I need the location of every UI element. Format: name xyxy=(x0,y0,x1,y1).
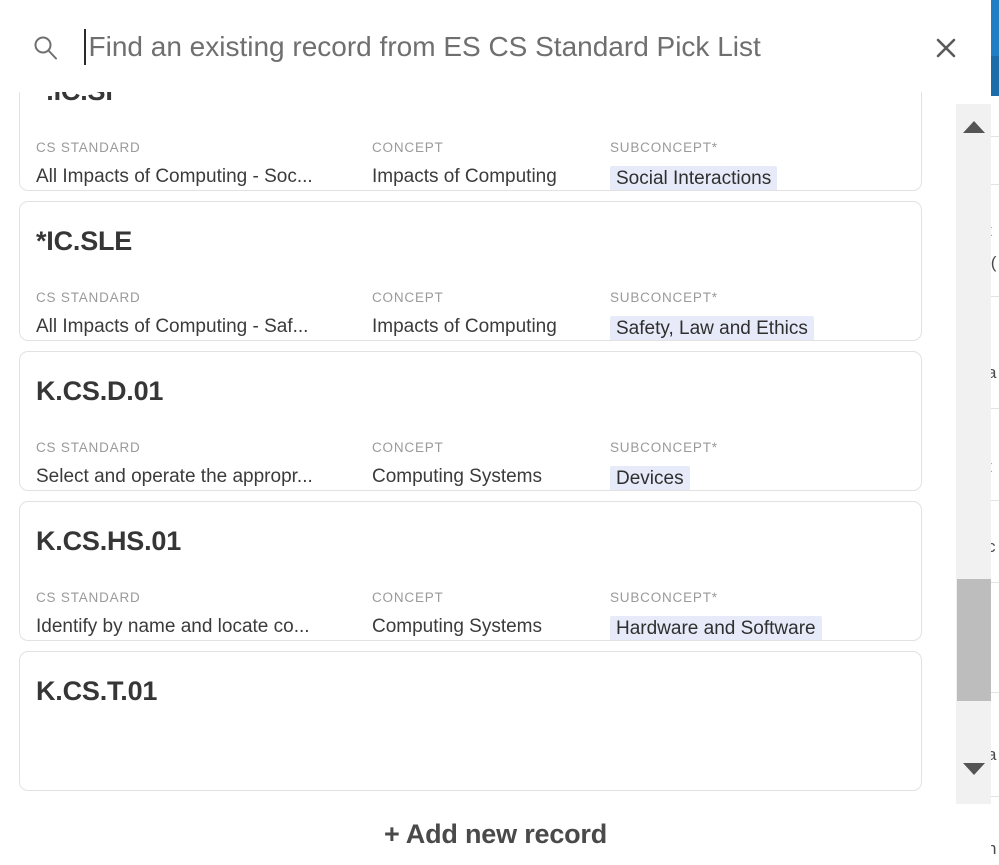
search-input-wrap xyxy=(84,22,904,72)
triangle-up-icon xyxy=(963,121,985,133)
field-value-concept: Computing Systems xyxy=(372,616,543,637)
subconcept-chip: Hardware and Software xyxy=(610,616,822,640)
field-label-cs-standard: CS STANDARD xyxy=(36,440,141,455)
field-label-cs-standard: CS STANDARD xyxy=(36,140,141,155)
field-label-concept: CONCEPT xyxy=(372,140,444,155)
field-value-concept: Computing Systems xyxy=(372,466,543,487)
field-label-subconcept: SUBCONCEPT* xyxy=(610,290,718,305)
record-title: *.IC.SI xyxy=(36,92,113,107)
subconcept-chip: Social Interactions xyxy=(610,166,778,190)
record-card[interactable]: *.IC.SI CS STANDARD All Impacts of Compu… xyxy=(19,92,922,191)
field-label-subconcept: SUBCONCEPT* xyxy=(610,440,718,455)
field-cs-standard: CS STANDARD Select and operate the appro… xyxy=(36,440,376,488)
field-label-concept: CONCEPT xyxy=(372,590,444,605)
field-subconcept: SUBCONCEPT* Hardware and Software xyxy=(610,590,920,640)
subconcept-chip: Safety, Law and Ethics xyxy=(610,316,814,340)
scrollbar-down-arrow[interactable] xyxy=(956,752,991,786)
field-concept: CONCEPT Impacts of Computing xyxy=(372,140,612,188)
field-cs-standard: CS STANDARD All Impacts of Computing - S… xyxy=(36,140,376,188)
add-new-record-button[interactable]: + Add new record xyxy=(384,819,607,850)
field-label-subconcept: SUBCONCEPT* xyxy=(610,590,718,605)
results-list: *.IC.SI CS STANDARD All Impacts of Compu… xyxy=(0,92,955,801)
scrollbar-thumb[interactable] xyxy=(957,579,991,701)
field-subconcept: SUBCONCEPT* Devices xyxy=(610,440,920,490)
field-value-cs-standard: All Impacts of Computing - Saf... xyxy=(36,316,309,337)
record-fields: CS STANDARD All Impacts of Computing - S… xyxy=(36,290,916,340)
field-concept: CONCEPT Computing Systems xyxy=(372,590,612,638)
record-fields: CS STANDARD All Impacts of Computing - S… xyxy=(36,140,916,190)
field-label-cs-standard: CS STANDARD xyxy=(36,290,141,305)
record-title: K.CS.D.01 xyxy=(36,376,164,406)
record-card[interactable]: K.CS.T.01 xyxy=(19,651,922,791)
modal-footer: + Add new record xyxy=(0,804,991,865)
record-card[interactable]: K.CS.D.01 CS STANDARD Select and operate… xyxy=(19,351,922,491)
field-label-subconcept: SUBCONCEPT* xyxy=(610,140,718,155)
field-label-concept: CONCEPT xyxy=(372,290,444,305)
results-scrollbar[interactable] xyxy=(955,104,991,804)
field-cs-standard: CS STANDARD All Impacts of Computing - S… xyxy=(36,290,376,338)
close-button[interactable] xyxy=(928,30,964,66)
field-value-cs-standard: Identify by name and locate co... xyxy=(36,616,310,637)
field-value-cs-standard: Select and operate the appropr... xyxy=(36,466,313,487)
field-concept: CONCEPT Impacts of Computing xyxy=(372,290,612,338)
record-title: *IC.SLE xyxy=(36,226,133,256)
record-title: K.CS.T.01 xyxy=(36,676,158,706)
search-header xyxy=(0,0,991,92)
field-cs-standard: CS STANDARD Identify by name and locate … xyxy=(36,590,376,638)
background-app-accent-bar-lower xyxy=(991,56,999,96)
field-value-cs-standard: All Impacts of Computing - Soc... xyxy=(36,166,313,187)
triangle-down-icon xyxy=(963,763,985,775)
background-app-accent-bar xyxy=(991,0,999,56)
scrollbar-up-arrow[interactable] xyxy=(956,110,991,144)
field-value-concept: Impacts of Computing xyxy=(372,316,557,337)
text-caret xyxy=(84,29,86,65)
field-subconcept: SUBCONCEPT* Safety, Law and Ethics xyxy=(610,290,920,340)
record-card[interactable]: K.CS.HS.01 CS STANDARD Identify by name … xyxy=(19,501,922,641)
field-subconcept: SUBCONCEPT* Social Interactions xyxy=(610,140,920,190)
record-picker-modal: *.IC.SI CS STANDARD All Impacts of Compu… xyxy=(0,0,991,865)
record-card[interactable]: *IC.SLE CS STANDARD All Impacts of Compu… xyxy=(19,201,922,341)
subconcept-chip: Devices xyxy=(610,466,690,490)
close-icon xyxy=(935,37,957,59)
field-label-cs-standard: CS STANDARD xyxy=(36,590,141,605)
results-region: *.IC.SI CS STANDARD All Impacts of Compu… xyxy=(0,92,991,804)
search-input[interactable] xyxy=(88,25,904,69)
field-concept: CONCEPT Computing Systems xyxy=(372,440,612,488)
search-icon xyxy=(31,33,59,61)
field-value-concept: Impacts of Computing xyxy=(372,166,557,187)
field-label-concept: CONCEPT xyxy=(372,440,444,455)
record-fields: CS STANDARD Identify by name and locate … xyxy=(36,590,916,640)
record-title: K.CS.HS.01 xyxy=(36,526,182,556)
record-fields: CS STANDARD Select and operate the appro… xyxy=(36,440,916,490)
